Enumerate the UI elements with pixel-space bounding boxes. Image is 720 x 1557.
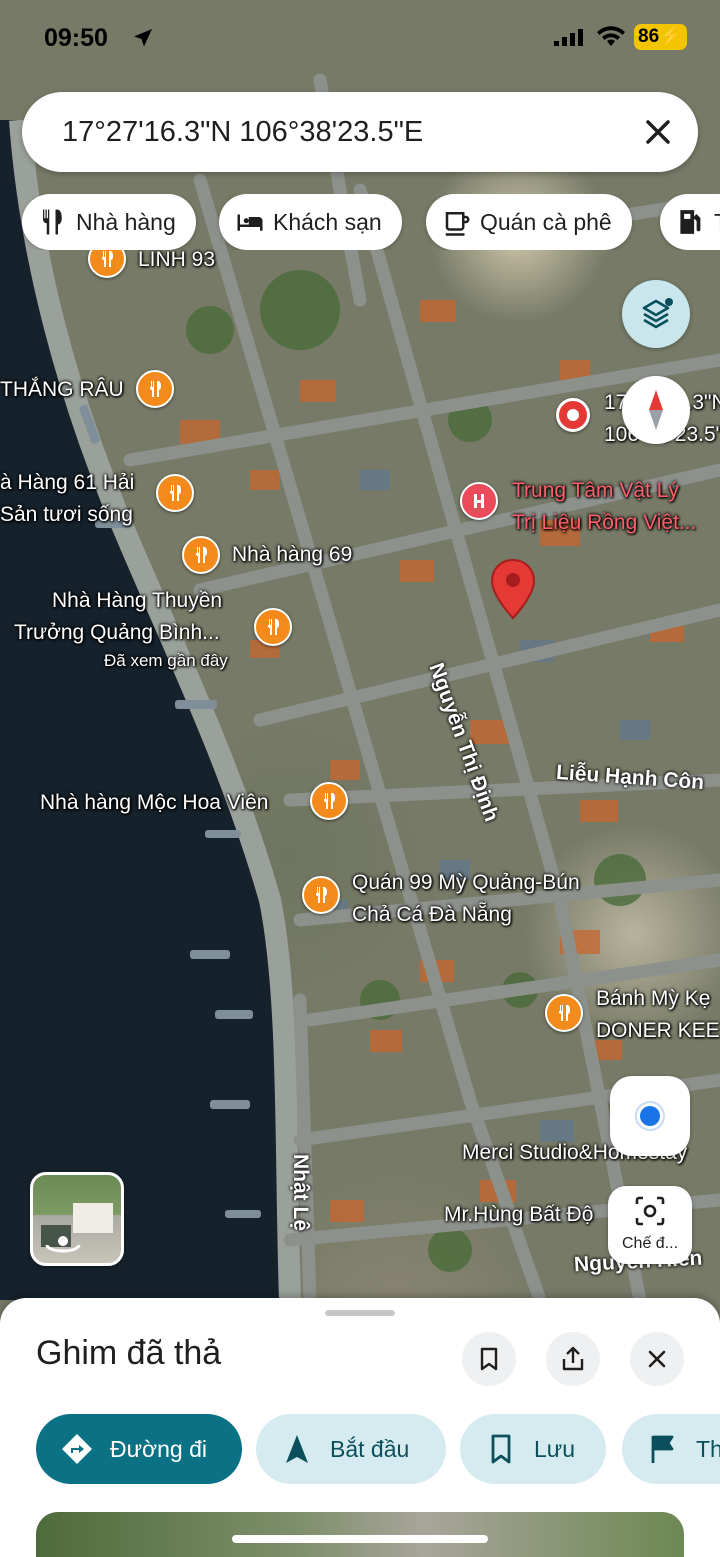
place-label-quan-99[interactable]: Quán 99 Mỳ Quảng-Bún: [352, 868, 580, 898]
directions-icon: [62, 1434, 92, 1464]
close-icon: [648, 1350, 666, 1368]
layers-icon: [642, 298, 673, 329]
place-label-thuyen-truong[interactable]: Nhà Hàng Thuyền: [52, 586, 222, 616]
action-label: Th: [696, 1435, 720, 1462]
chip-cafes[interactable]: Quán cà phê: [426, 194, 632, 250]
status-bar: 09:50 86⚡: [0, 18, 720, 58]
chip-label: Quán cà phê: [480, 208, 612, 235]
label-button[interactable]: Th: [622, 1414, 720, 1484]
place-label-nha-hang-61-line2[interactable]: Sản tươi sống: [0, 500, 133, 530]
restaurant-pin-icon[interactable]: [182, 536, 220, 574]
hospital-pin-icon[interactable]: [460, 482, 498, 520]
search-query-text[interactable]: 17°27'16.3"N 106°38'23.5"E: [62, 92, 423, 172]
action-buttons: Đường đi Bắt đầu Lưu Th: [0, 1414, 720, 1484]
flag-icon: [651, 1435, 674, 1463]
camera-lens-icon: [635, 1196, 665, 1226]
location-pin-icon[interactable]: [490, 558, 536, 620]
place-label-nha-hang-61[interactable]: à Hàng 61 Hải: [0, 468, 134, 498]
battery-indicator: 86⚡: [634, 24, 687, 50]
street-view-rotate-icon: [41, 1203, 113, 1253]
save-place-button[interactable]: [462, 1332, 516, 1386]
cellular-signal-icon: [554, 29, 583, 46]
search-bar[interactable]: 17°27'16.3"N 106°38'23.5"E: [22, 92, 698, 172]
share-button[interactable]: [546, 1332, 600, 1386]
place-label-nha-hang-69[interactable]: Nhà hàng 69: [232, 540, 352, 570]
restaurant-pin-icon[interactable]: [156, 474, 194, 512]
place-label-mr-hung[interactable]: Mr.Hùng Bất Độ: [444, 1200, 593, 1230]
lens-button[interactable]: Chế đ...: [608, 1186, 692, 1264]
coffee-icon: [445, 212, 470, 236]
my-location-icon: [640, 1106, 660, 1126]
restaurant-pin-icon[interactable]: [254, 608, 292, 646]
chip-gas[interactable]: T: [660, 194, 720, 250]
place-label-thang-rau[interactable]: THẮNG RÂU: [0, 375, 124, 405]
place-label-thuyen-truong-line2[interactable]: Trưởng Quảng Bình...: [14, 618, 220, 648]
recently-viewed-note: Đã xem gần đây: [104, 651, 228, 670]
restaurant-icon: [43, 209, 62, 235]
dropped-pin-marker-icon[interactable]: [556, 398, 590, 432]
action-label: Bắt đầu: [330, 1435, 410, 1462]
place-label-trung-tam-line2[interactable]: Trị Liệu Rồng Việt...: [512, 508, 696, 538]
map-layers-button[interactable]: [622, 280, 690, 348]
save-button[interactable]: Lưu: [460, 1414, 606, 1484]
restaurant-pin-icon[interactable]: [302, 876, 340, 914]
start-navigation-button[interactable]: Bắt đầu: [256, 1414, 446, 1484]
lens-button-label: Chế đ...: [621, 1235, 679, 1252]
chip-restaurants[interactable]: Nhà hàng: [22, 194, 196, 250]
category-chips: Nhà hàng Khách sạn Quán cà phê T: [0, 194, 720, 250]
place-label-trung-tam[interactable]: Trung Tâm Vật Lý: [512, 476, 679, 506]
compass-button[interactable]: [622, 376, 690, 444]
place-label-banh-my[interactable]: Bánh Mỳ Kẹ: [596, 984, 710, 1014]
my-location-button[interactable]: [610, 1076, 690, 1156]
action-label: Đường đi: [110, 1435, 207, 1462]
chip-hotels[interactable]: Khách sạn: [219, 194, 402, 250]
bookmark-icon: [491, 1434, 511, 1464]
place-label-moc-hoa-vien[interactable]: Nhà hàng Mộc Hoa Viên: [40, 788, 268, 818]
place-bottom-sheet[interactable]: Ghim đã thả Đường đi Bắt đầu Lưu Th: [0, 1298, 720, 1557]
hotel-icon: [237, 214, 263, 231]
restaurant-pin-icon[interactable]: [136, 370, 174, 408]
compass-icon: [649, 390, 663, 430]
bookmark-icon: [480, 1347, 498, 1371]
navigation-arrow-icon: [286, 1435, 308, 1463]
action-label: Lưu: [534, 1435, 575, 1462]
directions-button[interactable]: Đường đi: [36, 1414, 242, 1484]
gas-station-icon: [680, 210, 701, 234]
chip-label: Khách sạn: [273, 208, 382, 235]
status-time: 09:50: [44, 24, 108, 52]
street-view-thumbnail[interactable]: [30, 1172, 124, 1266]
road-label-nhat-le: Nhật Lệ: [289, 1154, 312, 1232]
location-services-icon: [134, 29, 152, 47]
restaurant-pin-icon[interactable]: [310, 782, 348, 820]
sheet-title: Ghim đã thả: [36, 1334, 222, 1372]
share-icon: [562, 1346, 584, 1371]
wifi-icon: [597, 26, 625, 46]
chip-label: Nhà hàng: [76, 208, 176, 235]
chip-label: T: [714, 209, 720, 236]
sheet-drag-handle[interactable]: [325, 1310, 395, 1316]
close-sheet-button[interactable]: [630, 1332, 684, 1386]
clear-search-icon[interactable]: [638, 112, 678, 152]
place-label-quan-99-line2[interactable]: Chả Cá Đà Nẵng: [352, 900, 512, 930]
place-label-banh-my-line2[interactable]: DONER KEE: [596, 1016, 720, 1046]
home-indicator[interactable]: [232, 1535, 488, 1543]
restaurant-pin-icon[interactable]: [545, 994, 583, 1032]
